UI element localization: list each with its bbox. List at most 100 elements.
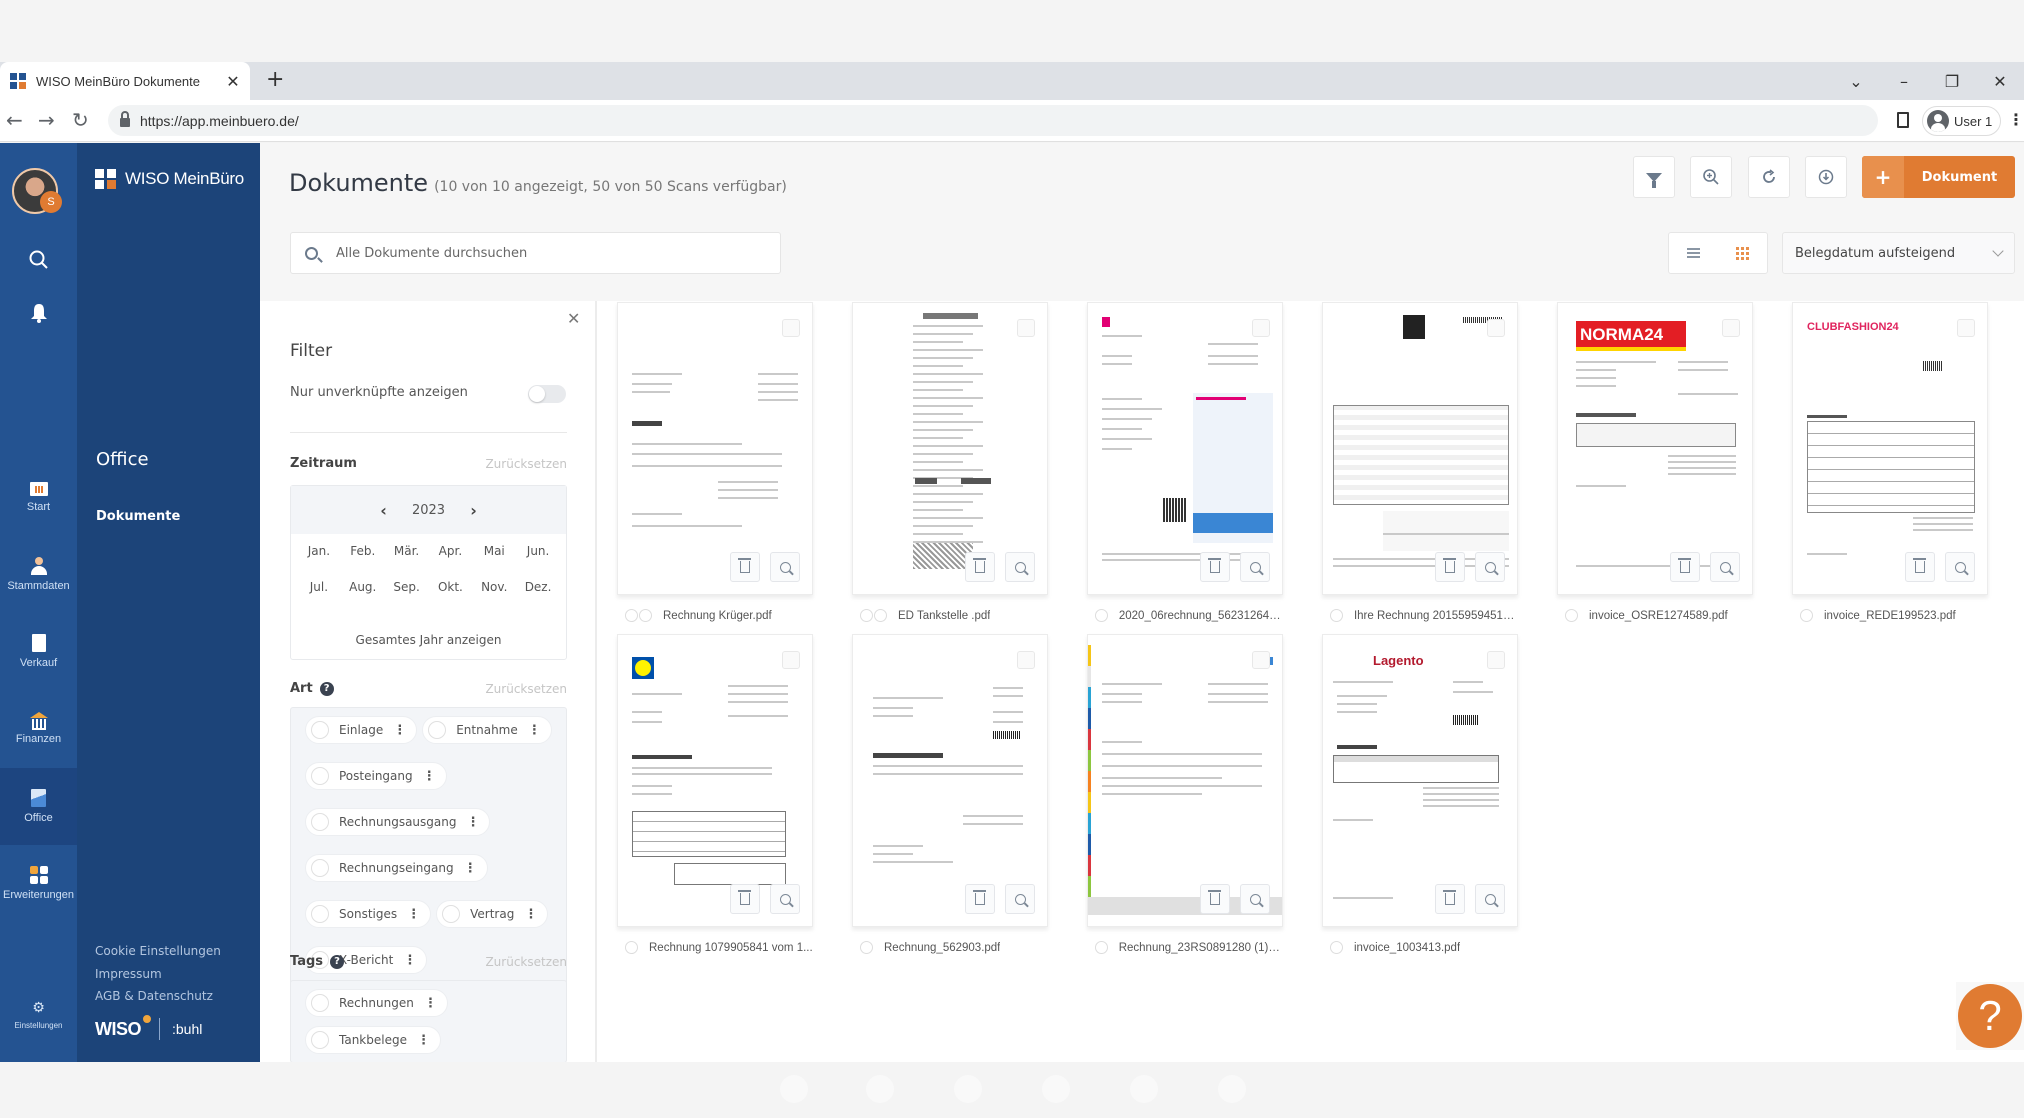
month-mar[interactable]: Mär. xyxy=(385,544,429,558)
delete-button[interactable] xyxy=(965,552,995,582)
delete-button[interactable] xyxy=(1435,552,1465,582)
unlinked-toggle[interactable] xyxy=(528,385,566,403)
select-checkbox[interactable] xyxy=(1722,319,1740,337)
prev-year-icon[interactable]: ‹ xyxy=(364,501,404,520)
close-tab-icon[interactable]: ✕ xyxy=(222,72,244,91)
month-nov[interactable]: Nov. xyxy=(472,580,516,594)
link-status-icon[interactable] xyxy=(625,609,638,622)
art-reset-link[interactable]: Zurücksetzen xyxy=(470,682,567,696)
radio[interactable] xyxy=(442,905,461,923)
preview-button[interactable] xyxy=(1475,884,1505,914)
chip-tankbelege[interactable]: Tankbelege ⋮ xyxy=(305,1026,441,1054)
more-icon[interactable]: ⋮ xyxy=(407,908,420,921)
month-dez[interactable]: Dez. xyxy=(516,580,560,594)
show-whole-year-link[interactable]: Gesamtes Jahr anzeigen xyxy=(291,633,566,647)
document-card[interactable]: Rechnung Krüger.pdf xyxy=(617,302,813,622)
document-name[interactable]: Rechnung_23RS0891280 (1).p... xyxy=(1119,942,1283,954)
chip-rechnungseingang[interactable]: Rechnungseingang ⋮ xyxy=(305,854,488,882)
rail-item-office[interactable]: Office xyxy=(0,768,77,845)
document-name[interactable]: 2020_06rechnung_562312643... xyxy=(1119,610,1283,622)
chip-rechnungsausgang[interactable]: Rechnungsausgang ⋮ xyxy=(305,808,491,836)
cookie-settings-link[interactable]: Cookie Einstellungen xyxy=(95,944,221,958)
impressum-link[interactable]: Impressum xyxy=(95,967,162,981)
delete-button[interactable] xyxy=(1670,552,1700,582)
document-name[interactable]: Rechnung_562903.pdf xyxy=(884,942,1000,954)
preview-button[interactable] xyxy=(1710,552,1740,582)
sort-select[interactable]: Belegdatum aufsteigend xyxy=(1782,232,2015,274)
more-icon[interactable]: ⋮ xyxy=(403,954,416,967)
month-okt[interactable]: Okt. xyxy=(428,580,472,594)
document-preview[interactable] xyxy=(617,302,813,595)
document-preview[interactable] xyxy=(617,634,813,927)
delete-button[interactable] xyxy=(1905,552,1935,582)
radio[interactable] xyxy=(311,1031,329,1049)
search-input[interactable] xyxy=(336,245,756,261)
preview-button[interactable] xyxy=(1005,552,1035,582)
document-name[interactable]: ED Tankstelle .pdf xyxy=(898,610,990,622)
new-tab-icon[interactable]: + xyxy=(266,67,284,92)
close-window-icon[interactable]: ✕ xyxy=(1976,72,2024,91)
radio[interactable] xyxy=(311,905,329,923)
browser-tab[interactable]: WISO MeinBüro Dokumente ✕ xyxy=(0,62,250,100)
document-name[interactable]: Rechnung 1079905841 vom 1... xyxy=(649,942,813,954)
preview-button[interactable] xyxy=(770,884,800,914)
preview-button[interactable] xyxy=(1240,884,1270,914)
side-panel-icon[interactable] xyxy=(1897,112,1909,128)
more-icon[interactable]: ⋮ xyxy=(393,724,406,737)
radio[interactable] xyxy=(311,767,329,785)
preview-button[interactable] xyxy=(1475,552,1505,582)
link-status-icon[interactable] xyxy=(639,609,652,622)
link-status-icon[interactable] xyxy=(860,609,873,622)
document-preview[interactable] xyxy=(1322,302,1518,595)
link-status-icon[interactable] xyxy=(874,609,887,622)
period-reset-link[interactable]: Zurücksetzen xyxy=(470,457,567,471)
minimize-icon[interactable]: – xyxy=(1880,72,1928,91)
rail-item-start[interactable]: Start xyxy=(0,459,77,536)
link-status-icon[interactable] xyxy=(1095,941,1108,954)
more-icon[interactable]: ⋮ xyxy=(466,816,479,829)
close-filter-icon[interactable]: ✕ xyxy=(567,309,580,328)
document-card[interactable]: 2020_06rechnung_562312643... xyxy=(1087,302,1283,622)
select-checkbox[interactable] xyxy=(1017,651,1035,669)
url-field[interactable]: https://app.meinbuero.de/ xyxy=(108,105,1878,136)
nav-link-dokumente[interactable]: Dokumente xyxy=(96,509,180,524)
chip-rechnungen[interactable]: Rechnungen ⋮ xyxy=(305,989,448,1017)
radio[interactable] xyxy=(428,721,447,739)
document-name[interactable]: Rechnung Krüger.pdf xyxy=(663,610,772,622)
document-card[interactable]: NORMA24 invoice_OSRE1274589.pdf xyxy=(1557,302,1753,622)
browser-menu-icon[interactable]: ⋮ xyxy=(2008,110,2024,129)
document-card[interactable]: Rechnung_23RS0891280 (1).p... xyxy=(1087,634,1283,954)
radio[interactable] xyxy=(311,859,329,877)
link-status-icon[interactable] xyxy=(1800,609,1813,622)
tags-reset-link[interactable]: Zurücksetzen xyxy=(470,955,567,969)
document-preview[interactable]: NORMA24 xyxy=(1557,302,1753,595)
radio[interactable] xyxy=(311,721,329,739)
select-checkbox[interactable] xyxy=(1487,651,1505,669)
more-icon[interactable]: ⋮ xyxy=(464,862,477,875)
add-document-button[interactable]: + Dokument xyxy=(1862,156,2015,198)
select-checkbox[interactable] xyxy=(1017,319,1035,337)
grid-view-button[interactable] xyxy=(1718,233,1767,273)
preview-button[interactable] xyxy=(1945,552,1975,582)
download-button[interactable] xyxy=(1805,156,1847,198)
delete-button[interactable] xyxy=(730,552,760,582)
bell-icon[interactable] xyxy=(0,303,77,327)
more-icon[interactable]: ⋮ xyxy=(528,724,541,737)
tab-search-icon[interactable]: ⌄ xyxy=(1832,72,1880,91)
reload-icon[interactable]: ↻ xyxy=(72,108,89,132)
month-mai[interactable]: Mai xyxy=(472,544,516,558)
document-card[interactable]: CLUBFASHION24 invoice_REDE199523.pdf xyxy=(1792,302,1988,622)
document-name[interactable]: invoice_REDE199523.pdf xyxy=(1824,610,1956,622)
month-feb[interactable]: Feb. xyxy=(341,544,385,558)
chip-sonstiges[interactable]: Sonstiges ⋮ xyxy=(305,900,432,928)
chip-posteingang[interactable]: Posteingang ⋮ xyxy=(305,762,447,790)
rail-item-einstellungen[interactable]: ⚙ Einstellungen xyxy=(0,985,77,1045)
restore-icon[interactable]: ❐ xyxy=(1928,72,1976,91)
document-preview[interactable] xyxy=(852,634,1048,927)
link-status-icon[interactable] xyxy=(1330,941,1343,954)
more-icon[interactable]: ⋮ xyxy=(524,908,537,921)
more-icon[interactable]: ⋮ xyxy=(424,997,437,1010)
help-icon[interactable]: ? xyxy=(330,954,345,969)
month-apr[interactable]: Apr. xyxy=(428,544,472,558)
chip-einlage[interactable]: Einlage ⋮ xyxy=(305,716,418,744)
